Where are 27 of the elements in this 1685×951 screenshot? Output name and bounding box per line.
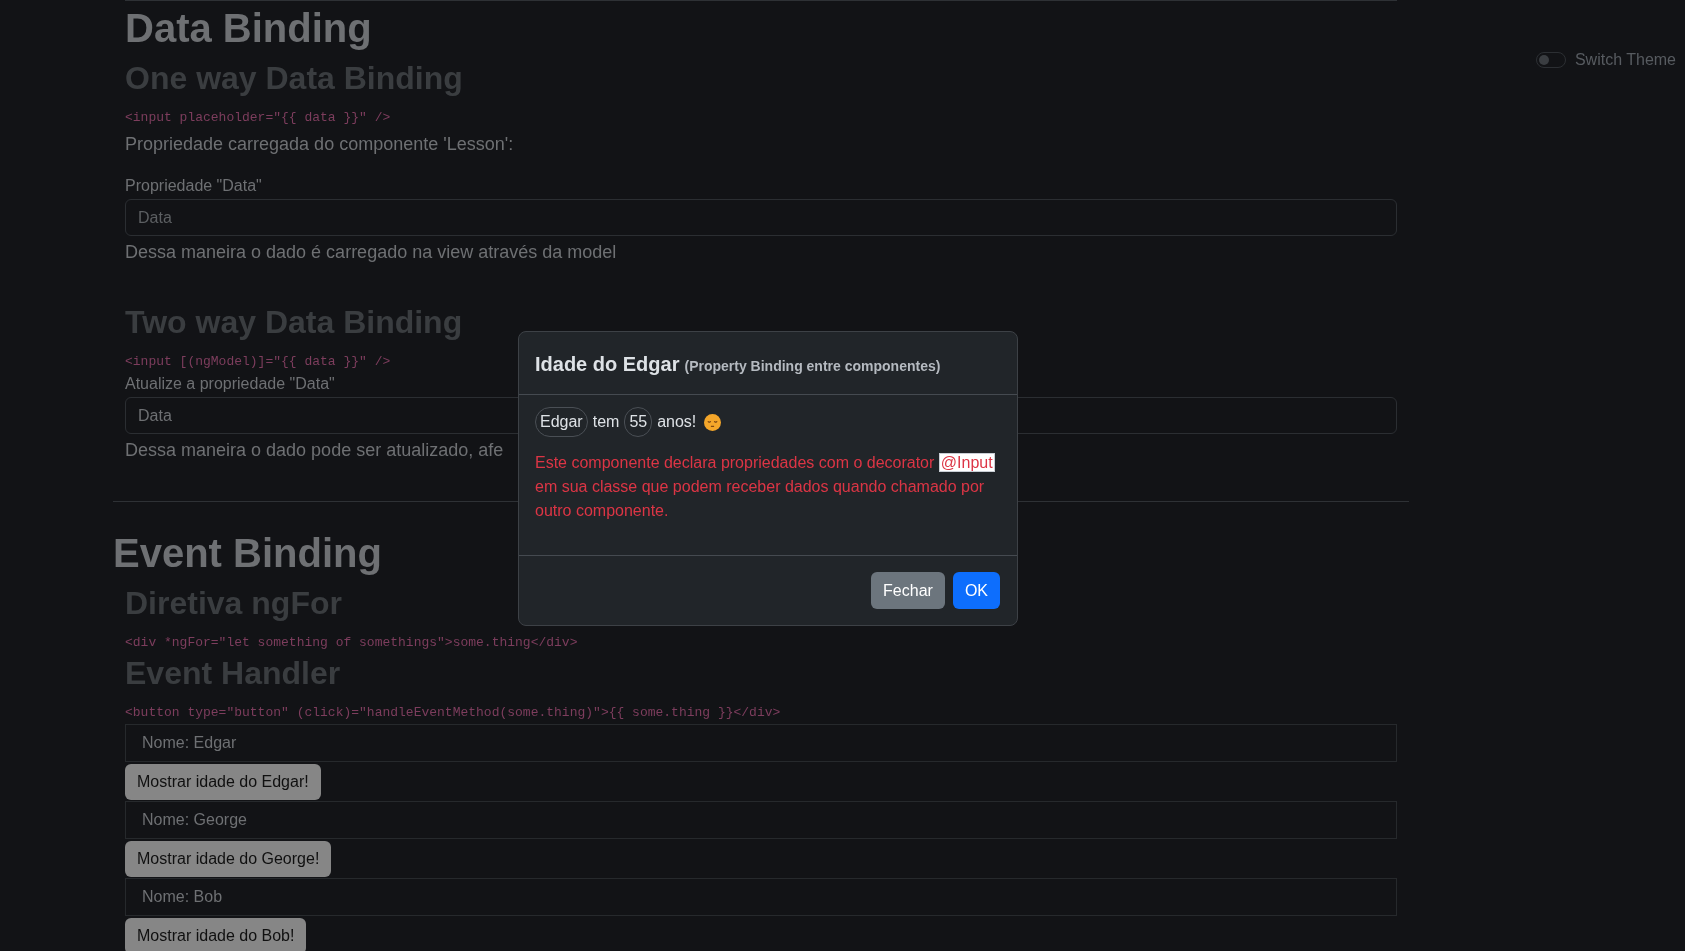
show-age-button[interactable]: Mostrar idade do Edgar! [125,764,321,800]
field-label: Atualize a propriedade "Data" [125,374,335,394]
code-snippet: <input placeholder="{{ data }}" /> [125,109,391,127]
summary-text: tem [592,412,620,432]
show-age-button[interactable]: Mostrar idade do Bob! [125,918,307,951]
theme-switch-label: Switch Theme [1574,50,1676,70]
field-label: Propriedade "Data" [125,176,262,196]
face-icon [704,413,722,431]
code-snippet: <div *ngFor="let something of somethings">some.thing</div> [125,634,578,652]
section-heading: Event Binding [113,530,382,577]
code-snippet: <button type="button" (click)="handleEventMethod(some.thing)">{{ some.thing }}</div> [125,704,781,722]
name-list-item: Nome: Bob [125,878,1397,916]
name-list-item: Nome: George [125,801,1397,839]
intro-text: Propriedade carregada do componente 'Lesson': [125,133,514,156]
dialog-button[interactable]: OK [952,572,1000,609]
section-heading: Data Binding [125,5,372,52]
modal-title: Idade do Edgar [535,352,680,377]
dialog-button[interactable]: Fechar [871,572,945,609]
info-text: Este componente declara propriedades com o decorator @Input em sua classe que podem receber dados quando chamado por outro componente. [535,452,996,521]
modal-subtitle: (Property Binding entre componentes) [684,357,941,376]
summary-text: anos! [657,412,697,432]
show-age-button[interactable]: Mostrar idade do George! [125,841,332,877]
note-text: Dessa maneira o dado pode ser atualizado, afe [125,439,504,462]
name-list-item: Nome: Edgar [125,724,1397,762]
code-snippet: <input [(ngModel)]="{{ data }}" /> [125,353,391,371]
text-input[interactable]: Data [125,199,1397,236]
note-text: Dessa maneira o dado é carregado na view através da model [125,241,617,264]
